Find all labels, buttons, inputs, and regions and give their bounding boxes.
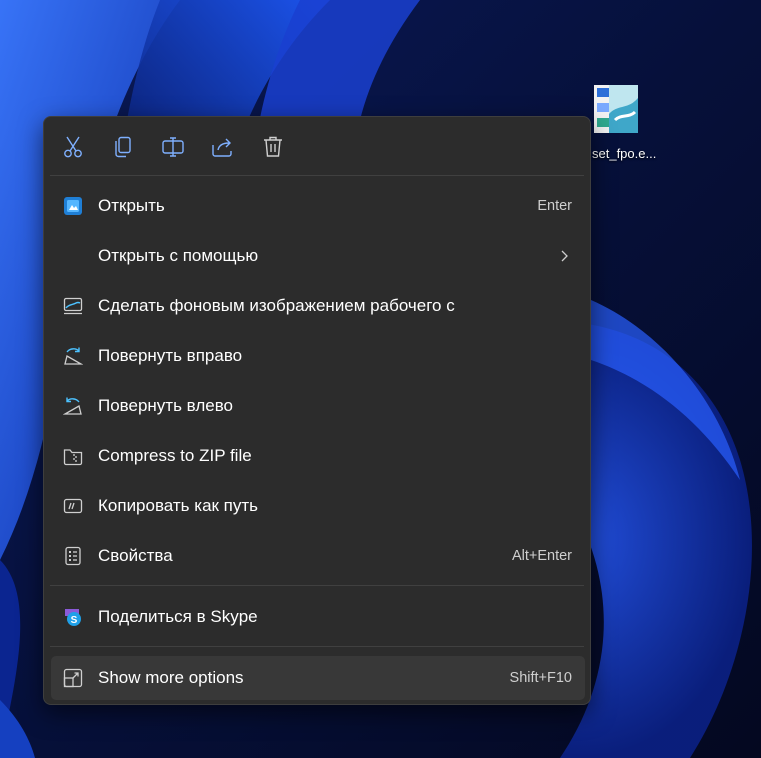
desktop-background-icon <box>63 297 83 315</box>
context-menu: Открыть Enter Открыть с помощью Сделать … <box>43 116 591 705</box>
toolbar-separator <box>50 175 584 176</box>
photos-app-icon <box>64 197 82 215</box>
shortcut-text: Shift+F10 <box>509 670 572 686</box>
context-menu-toolbar <box>44 117 590 175</box>
menu-item-compress-zip[interactable]: Compress to ZIP file <box>51 434 585 478</box>
rename-icon <box>162 137 184 157</box>
zip-folder-icon <box>63 449 83 466</box>
menu-item-properties[interactable]: Свойства Alt+Enter <box>51 534 585 578</box>
shortcut-text: Enter <box>537 198 572 214</box>
trash-icon <box>264 136 282 157</box>
menu-item-label: Свойства <box>98 546 173 565</box>
menu-separator <box>50 585 584 586</box>
rename-button[interactable] <box>157 131 189 163</box>
menu-item-label: Поделиться в Skype <box>98 607 258 626</box>
menu-item-label: Show more options <box>98 668 244 687</box>
share-icon <box>212 138 232 157</box>
skype-icon: S <box>65 609 81 626</box>
menu-item-set-background[interactable]: Сделать фоновым изображением рабочего с <box>51 284 585 328</box>
menu-item-label: Копировать как путь <box>98 496 259 515</box>
desktop-file-label: set_fpo.e... <box>592 146 657 161</box>
menu-item-rotate-left[interactable]: Повернуть влево <box>51 384 585 428</box>
delete-button[interactable] <box>257 131 289 163</box>
menu-item-open[interactable]: Открыть Enter <box>51 184 585 228</box>
menu-item-label: Открыть <box>98 196 165 215</box>
chevron-right-icon <box>561 250 568 262</box>
share-button[interactable] <box>207 131 239 163</box>
show-more-icon <box>63 668 83 688</box>
shortcut-text: Alt+Enter <box>511 548 572 564</box>
properties-icon <box>65 546 81 566</box>
svg-text:S: S <box>71 615 78 626</box>
copy-button[interactable] <box>107 131 139 163</box>
menu-separator <box>50 646 584 647</box>
menu-item-label: Повернуть влево <box>98 396 233 415</box>
menu-item-rotate-right[interactable]: Повернуть вправо <box>51 334 585 378</box>
copy-path-icon <box>63 498 83 514</box>
rotate-left-icon <box>63 397 82 415</box>
menu-item-label: Сделать фоновым изображением рабочего с <box>98 296 455 315</box>
scissors-icon <box>64 136 82 158</box>
menu-item-label: Повернуть вправо <box>98 346 243 365</box>
menu-item-copy-as-path[interactable]: Копировать как путь <box>51 484 585 528</box>
copy-icon <box>115 136 131 158</box>
menu-item-label: Compress to ZIP file <box>98 446 252 465</box>
cut-button[interactable] <box>57 131 89 163</box>
menu-item-share-skype[interactable]: S Поделиться в Skype <box>51 595 585 639</box>
menu-item-show-more-options[interactable]: Show more options Shift+F10 <box>51 656 585 700</box>
menu-item-open-with[interactable]: Открыть с помощью <box>51 234 585 278</box>
image-thumbnail-icon <box>594 85 638 133</box>
rotate-right-icon <box>64 347 83 365</box>
menu-item-label: Открыть с помощью <box>98 246 259 265</box>
